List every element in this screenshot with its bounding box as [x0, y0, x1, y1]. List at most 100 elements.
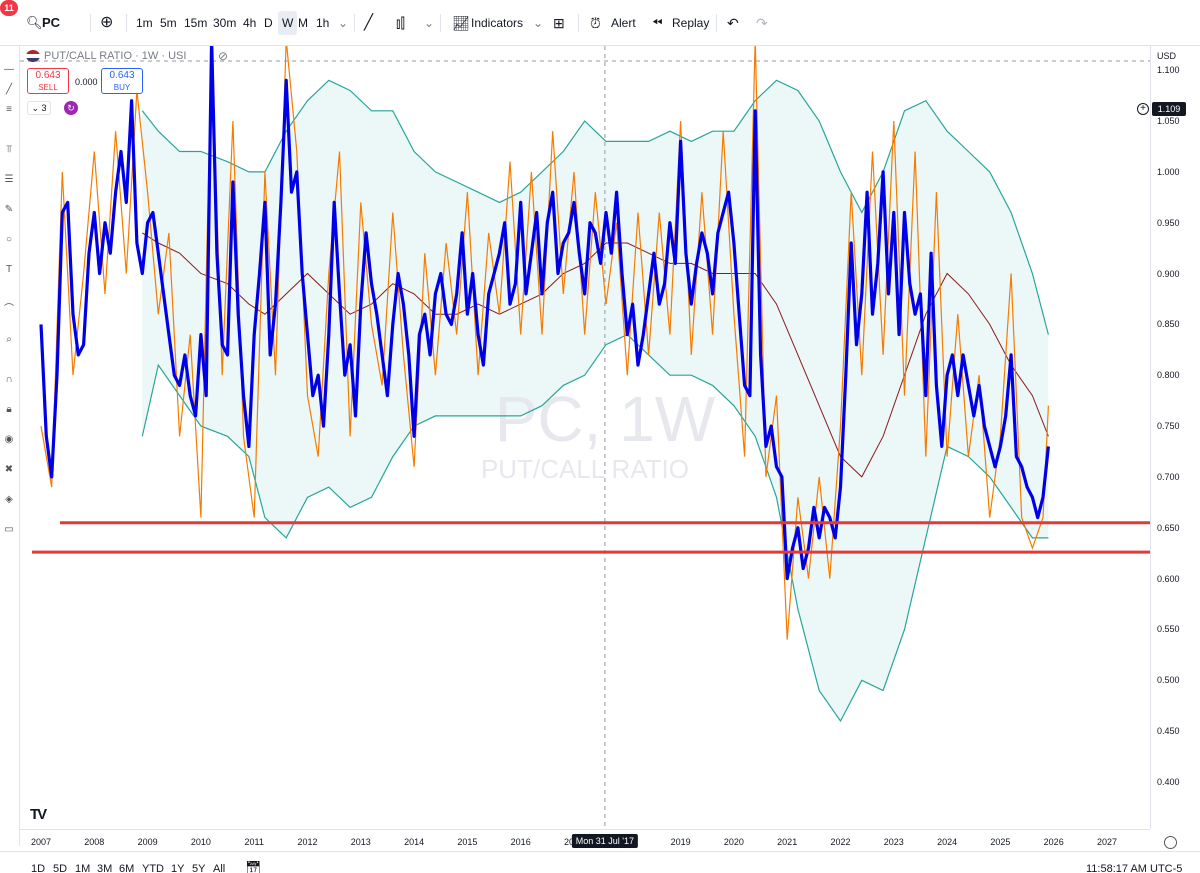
tradingview-app: 11 🔍︎ PC ⊕ 1m 5m 15m 30m 4h D W M 1h ⌄ ╱… [0, 0, 1200, 873]
time-tick: 2024 [937, 837, 958, 847]
time-tick: 2019 [670, 837, 691, 847]
range-5d[interactable]: 5D [53, 863, 67, 873]
redo-icon[interactable]: ↷ [756, 11, 768, 35]
chevron-down-icon[interactable]: ⌄ [338, 11, 348, 35]
legend-title[interactable]: PUT/CALL RATIO · 1W · USI [44, 50, 186, 62]
time-tick: 2008 [84, 837, 105, 847]
time-tick: 2011 [244, 837, 264, 847]
time-tick: 2014 [404, 837, 425, 847]
price-tick: 0.600 [1157, 573, 1180, 584]
clock[interactable]: 11:58:17 AM UTC-5 [1086, 863, 1182, 873]
chart-pane[interactable]: PC, 1W PUT/CALL RATIO [20, 46, 1150, 829]
range-6m[interactable]: 6M [119, 863, 134, 873]
replay-icon[interactable]: ⏪︎ [652, 11, 662, 35]
layouts-grid-icon[interactable]: ⊞ [553, 11, 565, 35]
chart-canvas[interactable]: PC, 1WPUT/CALL RATIO [20, 46, 1150, 829]
crosshair-price-label: 1.109 [1152, 102, 1186, 116]
time-tick: 2015 [457, 837, 478, 847]
range-3m[interactable]: 3M [97, 863, 112, 873]
add-alert-plus-icon[interactable]: + [1137, 103, 1149, 115]
trend-line-tool-icon[interactable]: ╱ [3, 84, 15, 96]
gear-icon[interactable] [1164, 836, 1177, 849]
indicators-collapse-toggle[interactable]: ⌄ 3 [27, 101, 51, 115]
timeframe-4h[interactable]: 4h [243, 11, 256, 35]
symbol-search[interactable]: PC [42, 11, 60, 35]
candles-chart-type-icon[interactable]: ⫾⫿ [396, 11, 405, 35]
range-1y[interactable]: 1Y [171, 863, 184, 873]
magnet-icon[interactable]: ∩ [3, 374, 15, 386]
timeframe-15m[interactable]: 15m [184, 11, 207, 35]
time-tick: 2016 [510, 837, 531, 847]
timeframe-5m[interactable]: 5m [160, 11, 177, 35]
compare-symbol-button[interactable]: ⊕ [100, 11, 113, 35]
calendar-icon[interactable]: 📅︎ [245, 860, 262, 873]
shapes-tool-icon[interactable]: ○ [3, 234, 15, 246]
tradingview-logo[interactable]: TV [30, 806, 47, 823]
timeframe-m[interactable]: M [298, 11, 308, 35]
timeframe-d[interactable]: D [264, 11, 273, 35]
drawing-toolbar: — ╱ ≡ ⫪ ☰ ✎ ○ T ⌒ ⌕ ∩ 🔒︎ ◉ ✖ ◈ ▭ [0, 46, 20, 846]
horizontal-line-tool-icon[interactable]: ≡ [3, 104, 15, 116]
brush-tool-icon[interactable]: ✎ [3, 204, 15, 216]
buy-button[interactable]: 0.643 BUY [101, 68, 143, 94]
price-tick: 0.400 [1157, 777, 1180, 787]
fib-tool-icon[interactable]: ☰ [3, 174, 15, 186]
measure-tool-icon[interactable]: ▭ [3, 524, 15, 536]
range-1d[interactable]: 1D [31, 863, 45, 873]
eye-icon[interactable]: ◉ [3, 434, 15, 446]
line-chart-type-icon[interactable]: ╱ [364, 11, 373, 35]
indicators-button[interactable]: Indicators [471, 11, 523, 35]
zoom-in-icon[interactable]: ⌕ [3, 334, 15, 346]
crosshair-date-label: Mon 31 Jul '17 [571, 834, 639, 848]
time-tick: 2009 [137, 837, 158, 847]
divider [440, 14, 441, 32]
search-icon[interactable]: 🔍︎ [26, 11, 43, 35]
time-tick: 2012 [297, 837, 318, 847]
range-ytd[interactable]: YTD [142, 863, 164, 873]
price-tick: 0.700 [1157, 471, 1180, 482]
us-flag-icon [26, 50, 40, 62]
time-tick: 2010 [190, 837, 211, 847]
divider [578, 14, 579, 32]
sell-button[interactable]: 0.643 SELL [27, 68, 69, 94]
watermark-name: PUT/CALL RATIO [481, 454, 689, 484]
time-tick: 2013 [350, 837, 371, 847]
text-tool-icon[interactable]: T [3, 264, 15, 276]
crosshair-tool-icon[interactable]: — [3, 64, 15, 76]
sell-price: 0.643 [35, 70, 61, 81]
notification-badge[interactable]: 11 [0, 0, 18, 16]
undo-icon[interactable]: ↶ [727, 11, 739, 35]
chevron-down-icon[interactable]: ⌄ [424, 11, 434, 35]
price-tick: 1.050 [1157, 116, 1180, 126]
trash-icon[interactable]: ✖ [3, 464, 15, 476]
indicator-sync-icon[interactable]: ↻ [64, 101, 78, 115]
divider [354, 14, 355, 32]
alarm-clock-icon[interactable]: ⏰︎ [590, 11, 601, 35]
range-1m[interactable]: 1M [75, 863, 90, 873]
timeframe-30m[interactable]: 30m [213, 11, 236, 35]
time-tick: 2023 [883, 837, 904, 847]
replay-button[interactable]: Replay [672, 11, 709, 35]
divider [126, 14, 127, 32]
pitchfork-tool-icon[interactable]: ⫪ [3, 144, 15, 156]
hide-eye-icon[interactable]: ⊘ [218, 49, 228, 63]
price-tick: 0.650 [1157, 522, 1180, 533]
chevron-down-icon[interactable]: ⌄ [533, 11, 543, 35]
lock-icon[interactable]: 🔒︎ [3, 404, 15, 416]
timeframe-w-selected[interactable]: W [278, 11, 298, 35]
buy-label: BUY [113, 83, 131, 92]
timeframe-1m[interactable]: 1m [136, 11, 153, 35]
range-5y[interactable]: 5Y [192, 863, 205, 873]
range-all[interactable]: All [213, 863, 225, 873]
layers-icon[interactable]: ◈ [3, 494, 15, 506]
time-tick: 2021 [777, 837, 798, 847]
pattern-tool-icon[interactable]: ⌒ [3, 304, 15, 316]
alert-button[interactable]: Alert [611, 11, 636, 35]
timeframe-1h[interactable]: 1h [316, 11, 329, 35]
indicators-icon[interactable]: 📈︎ [452, 11, 470, 35]
currency-label[interactable]: USD [1157, 51, 1176, 61]
price-tick: 0.550 [1157, 624, 1180, 635]
time-axis[interactable]: 2007 2008 2009 2010 2011 2012 2013 2014 2015 2016… [20, 829, 1150, 851]
price-axis[interactable]: USD 1.100 1.050 1.000 0.950 0.900 0.850 0.800 0… [1150, 46, 1200, 829]
price-tick: 0.450 [1157, 726, 1180, 737]
